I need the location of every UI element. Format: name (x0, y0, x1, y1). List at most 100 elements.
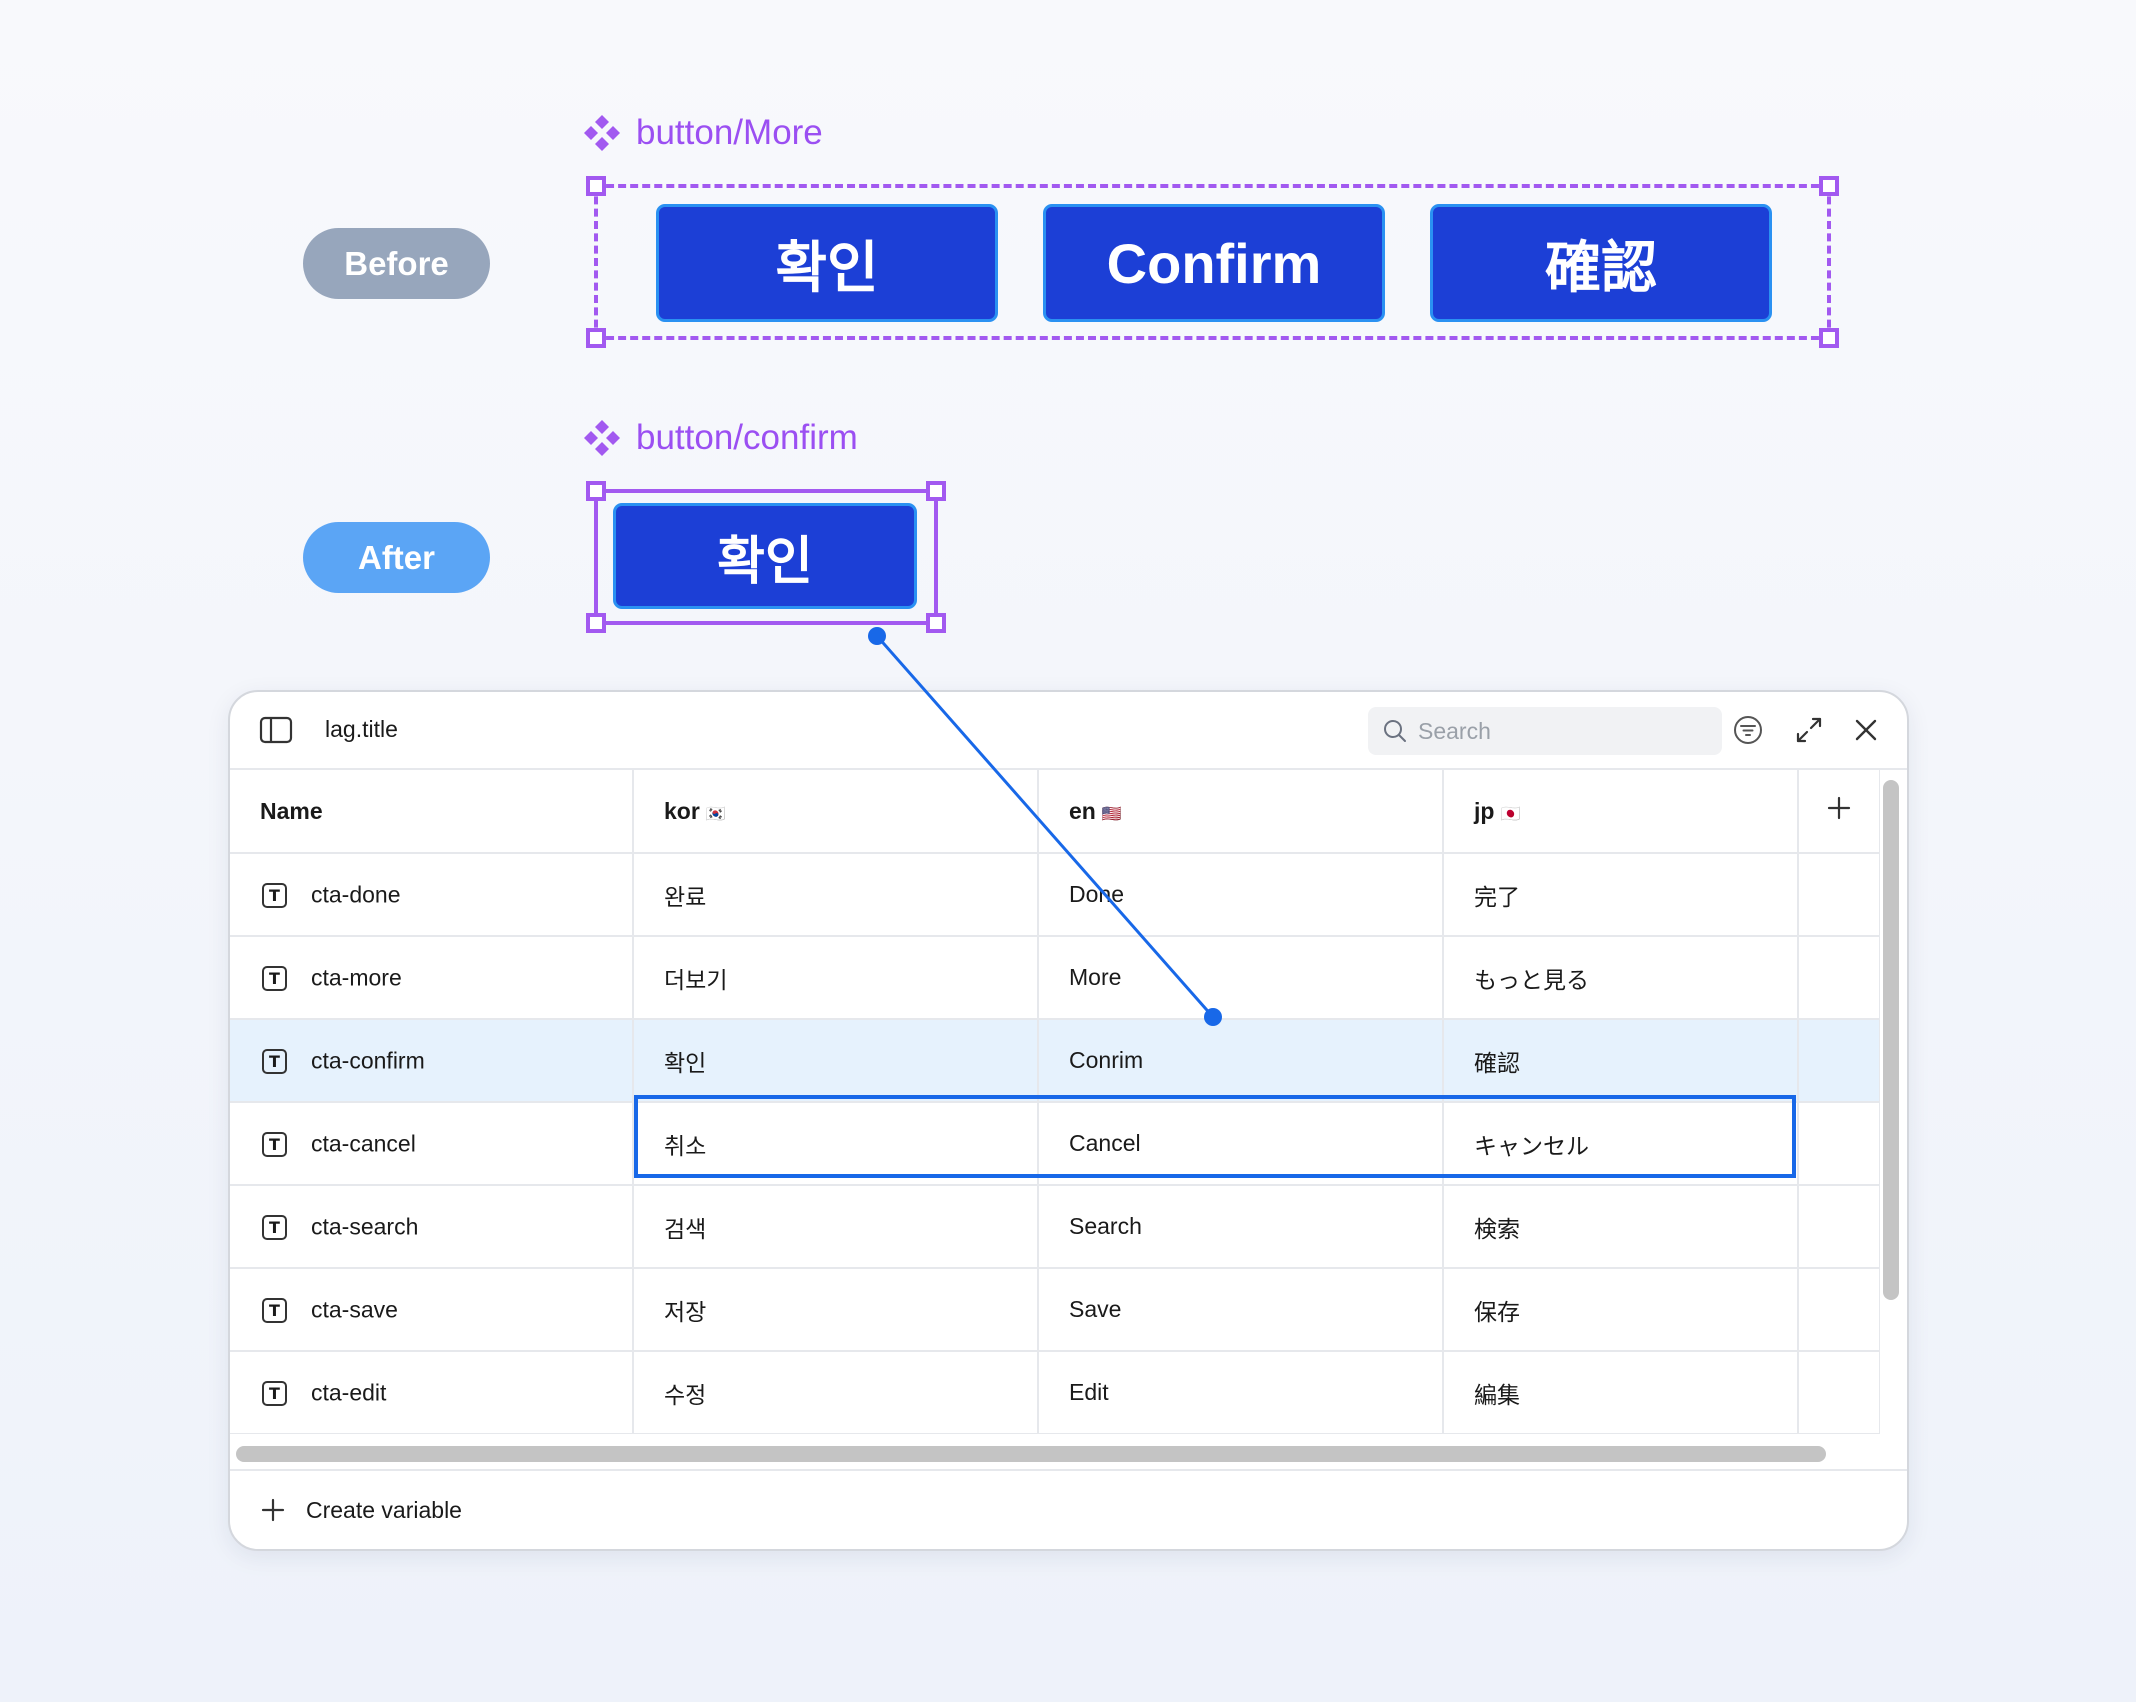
search-box[interactable] (1368, 707, 1722, 755)
cell-empty (1798, 853, 1880, 937)
flag-jp: 🇯🇵 (1500, 805, 1521, 823)
column-header-name[interactable]: Name (230, 770, 634, 854)
cell-en[interactable]: Search (1038, 1185, 1444, 1269)
resize-handle[interactable] (586, 481, 606, 501)
resize-handle[interactable] (586, 613, 606, 633)
resize-handle[interactable] (1819, 328, 1839, 348)
cell-kor[interactable]: 더보기 (633, 936, 1039, 1020)
confirm-button[interactable]: 확인 (613, 503, 917, 609)
cell-en[interactable]: More (1038, 936, 1444, 1020)
cell-jp[interactable]: 確認 (1443, 1019, 1799, 1103)
cell-jp[interactable]: 保存 (1443, 1268, 1799, 1352)
cell-en[interactable]: Save (1038, 1268, 1444, 1352)
cell-name[interactable]: Tcta-more (230, 936, 634, 1020)
flag-kr: 🇰🇷 (705, 805, 726, 823)
cell-kor[interactable]: 수정 (633, 1351, 1039, 1434)
expand-button[interactable] (1791, 712, 1827, 748)
cell-name[interactable]: Tcta-done (230, 853, 634, 937)
table-header-row: Name kor 🇰🇷 en 🇺🇸 jp 🇯🇵 (230, 770, 1880, 854)
confirm-button-jp[interactable]: 確認 (1430, 204, 1772, 322)
resize-handle[interactable] (926, 481, 946, 501)
column-header-kor[interactable]: kor 🇰🇷 (633, 770, 1039, 854)
variable-name: cta-search (311, 1213, 419, 1240)
variable-name: cta-cancel (311, 1130, 416, 1157)
variable-name: cta-done (311, 881, 401, 908)
search-icon (1384, 720, 1406, 742)
resize-handle[interactable] (926, 613, 946, 633)
cell-kor[interactable]: 완료 (633, 853, 1039, 937)
add-column-button[interactable] (1798, 770, 1880, 854)
cell-en[interactable]: Edit (1038, 1351, 1444, 1434)
cell-empty (1798, 1185, 1880, 1269)
cell-name[interactable]: Tcta-edit (230, 1351, 634, 1434)
column-header-jp[interactable]: jp 🇯🇵 (1443, 770, 1799, 854)
column-header-en[interactable]: en 🇺🇸 (1038, 770, 1444, 854)
connector-start-dot (868, 627, 886, 645)
cell-kor[interactable]: 취소 (633, 1102, 1039, 1186)
cell-en[interactable]: Done (1038, 853, 1444, 937)
variable-name: cta-save (311, 1296, 398, 1323)
cell-empty (1798, 1019, 1880, 1103)
filter-button[interactable] (1730, 712, 1766, 748)
table-row[interactable]: Tcta-confirm 확인 Conrim 確認 (230, 1019, 1880, 1103)
cell-en[interactable]: Cancel (1038, 1102, 1444, 1186)
expand-icon (1796, 717, 1822, 743)
flag-us: 🇺🇸 (1101, 805, 1122, 823)
filter-icon (1734, 716, 1762, 744)
table-row[interactable]: Tcta-cancel 취소 Cancel キャンセル (230, 1102, 1880, 1186)
component-label-confirm[interactable]: button/confirm (582, 416, 858, 460)
component-icon (584, 115, 620, 151)
component-label-more[interactable]: button/More (582, 111, 823, 155)
text-type-icon: T (262, 1048, 287, 1074)
after-pill: After (303, 522, 490, 593)
text-type-icon: T (262, 1380, 287, 1406)
close-button[interactable] (1848, 712, 1884, 748)
sidebar-toggle-icon[interactable] (259, 715, 293, 745)
cell-name[interactable]: Tcta-confirm (230, 1019, 634, 1103)
cell-jp[interactable]: 完了 (1443, 853, 1799, 937)
cell-jp[interactable]: もっと見る (1443, 936, 1799, 1020)
create-variable-label: Create variable (306, 1496, 462, 1523)
cell-empty (1798, 1102, 1880, 1186)
before-pill: Before (303, 228, 490, 299)
resize-handle[interactable] (586, 176, 606, 196)
cell-name[interactable]: Tcta-save (230, 1268, 634, 1352)
component-name: button/More (636, 113, 823, 152)
variable-name: cta-confirm (311, 1047, 425, 1074)
text-type-icon: T (262, 1297, 287, 1323)
plus-icon (261, 1498, 285, 1522)
cell-jp[interactable]: 検索 (1443, 1185, 1799, 1269)
resize-handle[interactable] (586, 328, 606, 348)
cell-kor[interactable]: 검색 (633, 1185, 1039, 1269)
cell-en[interactable]: Conrim (1038, 1019, 1444, 1103)
plus-icon (1827, 796, 1851, 820)
cell-name[interactable]: Tcta-search (230, 1185, 634, 1269)
variable-name: cta-more (311, 964, 402, 991)
confirm-button-en[interactable]: Confirm (1043, 204, 1385, 322)
table-row[interactable]: Tcta-search 검색 Search 検索 (230, 1185, 1880, 1269)
table-row[interactable]: Tcta-done 완료 Done 完了 (230, 853, 1880, 937)
search-input[interactable] (1418, 717, 1658, 745)
vertical-scrollbar[interactable] (1883, 780, 1899, 1300)
component-name: button/confirm (636, 418, 858, 457)
cell-jp[interactable]: 編集 (1443, 1351, 1799, 1434)
confirm-button-kor[interactable]: 확인 (656, 204, 998, 322)
cell-empty (1798, 1268, 1880, 1352)
close-icon (1855, 719, 1877, 741)
text-type-icon: T (262, 965, 287, 991)
component-icon (584, 420, 620, 456)
table-row[interactable]: Tcta-more 더보기 More もっと見る (230, 936, 1880, 1020)
panel-header: lag.title (230, 692, 1907, 770)
table-row[interactable]: Tcta-edit 수정 Edit 編集 (230, 1351, 1880, 1434)
cell-jp[interactable]: キャンセル (1443, 1102, 1799, 1186)
horizontal-scrollbar[interactable] (236, 1446, 1826, 1462)
cell-kor[interactable]: 저장 (633, 1268, 1039, 1352)
variables-table-wrap: Name kor 🇰🇷 en 🇺🇸 jp 🇯🇵 Tcta-done 완료 Done 完了 Tc… (230, 770, 1880, 1434)
create-variable-button[interactable]: Create variable (230, 1469, 1907, 1549)
cell-empty (1798, 936, 1880, 1020)
resize-handle[interactable] (1819, 176, 1839, 196)
cell-empty (1798, 1351, 1880, 1434)
table-row[interactable]: Tcta-save 저장 Save 保存 (230, 1268, 1880, 1352)
cell-kor[interactable]: 확인 (633, 1019, 1039, 1103)
cell-name[interactable]: Tcta-cancel (230, 1102, 634, 1186)
